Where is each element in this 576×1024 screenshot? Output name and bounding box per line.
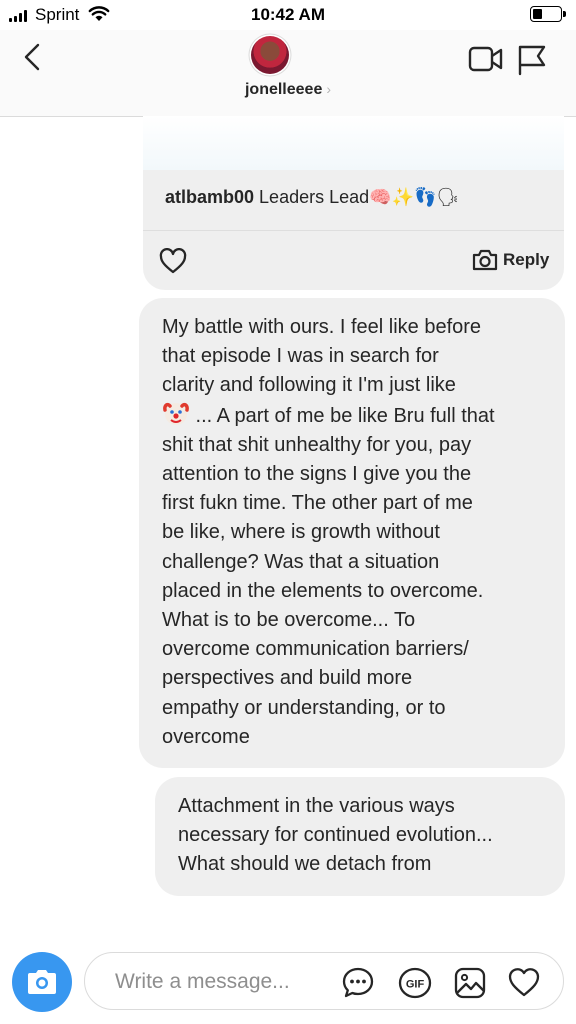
- message-composer: GIF: [0, 940, 576, 1024]
- message-text: My battle with ours. I feel like before …: [162, 316, 482, 397]
- svg-text:GIF: GIF: [406, 979, 425, 991]
- shared-post-caption-text: Leaders Lead🧠✨👣🗣: [254, 187, 460, 207]
- message-bubble[interactable]: Attachment in the various ways necessary…: [155, 777, 565, 896]
- message-text: Attachment in the various ways necessary…: [178, 795, 493, 876]
- quick-reply-icon[interactable]: [341, 966, 375, 1000]
- camera-button[interactable]: [12, 952, 72, 1012]
- gallery-icon[interactable]: [453, 966, 487, 1000]
- status-bar: Sprint 10:42 AM: [0, 0, 576, 30]
- avatar[interactable]: [251, 36, 289, 74]
- heart-icon[interactable]: [507, 966, 541, 998]
- back-chevron-icon[interactable]: [20, 42, 46, 72]
- conversation-username[interactable]: jonelleeee ›: [0, 81, 576, 99]
- shared-post-caption: atlbamb00 Leaders Lead🧠✨👣🗣: [165, 187, 459, 208]
- conversation-header: jonelleeee ›: [0, 30, 576, 117]
- reply-button[interactable]: Reply: [472, 248, 549, 272]
- clock: 10:42 AM: [250, 5, 325, 24]
- message-bubble[interactable]: My battle with ours. I feel like before …: [139, 298, 565, 768]
- username-label: jonelleeee: [244, 81, 323, 98]
- clown-emoji-icon: [163, 402, 189, 425]
- flag-icon[interactable]: [516, 44, 548, 76]
- shared-post-author[interactable]: atlbamb00: [165, 187, 254, 207]
- video-call-icon[interactable]: [468, 45, 504, 73]
- message-text-continued: ... A part of me be like Bru full that s…: [162, 404, 495, 748]
- reply-label: Reply: [503, 250, 550, 269]
- gif-icon[interactable]: GIF: [397, 966, 433, 1000]
- chevron-right-icon: ›: [326, 81, 332, 97]
- camera-icon: [472, 249, 498, 271]
- camera-icon: [28, 970, 56, 994]
- shared-post-card[interactable]: atlbamb00 Leaders Lead🧠✨👣🗣 Reply: [143, 116, 564, 290]
- message-input[interactable]: [113, 969, 337, 995]
- heart-icon[interactable]: [159, 248, 187, 274]
- divider: [143, 230, 564, 231]
- shared-post-media[interactable]: [143, 116, 564, 170]
- message-input-pill: GIF: [84, 952, 564, 1010]
- battery-icon: [530, 6, 566, 22]
